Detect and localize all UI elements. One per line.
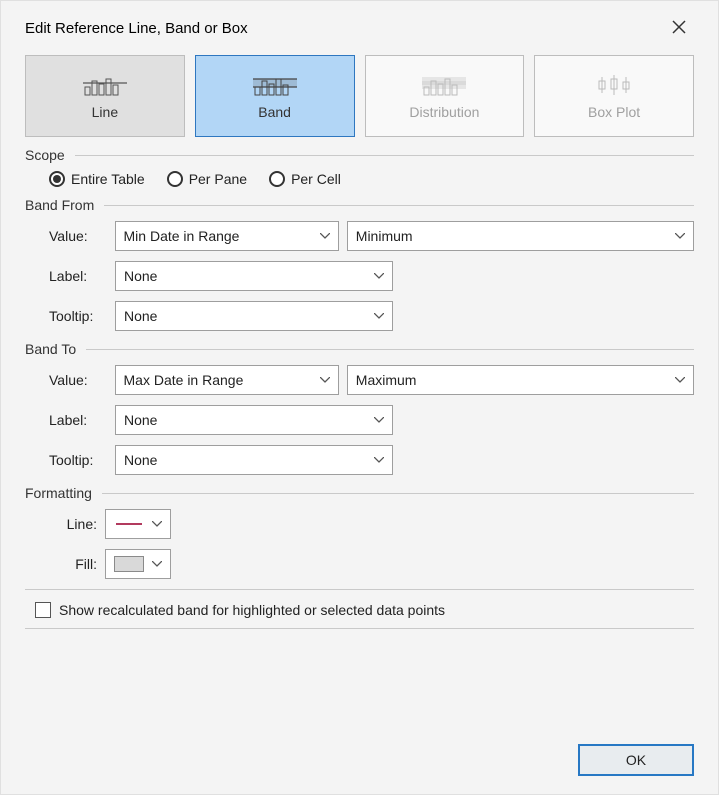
recalc-checkbox[interactable]: [35, 602, 51, 618]
chevron-down-icon: [152, 521, 162, 527]
radio-icon: [167, 171, 183, 187]
chevron-down-icon: [320, 233, 330, 239]
band-to-tooltip-select[interactable]: None: [115, 445, 393, 475]
line-swatch: [116, 523, 142, 525]
scope-fieldset: Scope Entire Table Per Pane Per Cell: [25, 147, 694, 187]
band-from-tooltip-select[interactable]: None: [115, 301, 393, 331]
formatting-legend: Formatting: [25, 485, 92, 501]
tab-line-label: Line: [92, 104, 118, 120]
band-to-label-select[interactable]: None: [115, 405, 393, 435]
formatting-fill-label: Fill:: [49, 556, 97, 572]
select-value: Max Date in Range: [124, 372, 244, 388]
select-value: None: [124, 308, 157, 324]
band-to-fieldset: Band To Value: Max Date in Range Maximum…: [25, 341, 694, 475]
band-from-legend: Band From: [25, 197, 94, 213]
divider: [75, 155, 694, 156]
chevron-down-icon: [374, 457, 384, 463]
tab-band-label: Band: [258, 104, 291, 120]
divider: [86, 349, 694, 350]
band-to-legend: Band To: [25, 341, 76, 357]
chevron-down-icon: [320, 377, 330, 383]
radio-per-pane[interactable]: Per Pane: [167, 171, 247, 187]
chevron-down-icon: [374, 313, 384, 319]
recalc-row: Show recalculated band for highlighted o…: [25, 602, 694, 618]
divider: [25, 589, 694, 590]
scope-legend: Scope: [25, 147, 65, 163]
band-from-fieldset: Band From Value: Min Date in Range Minim…: [25, 197, 694, 331]
band-from-value-label: Value:: [49, 228, 107, 244]
formatting-fill-select[interactable]: [105, 549, 171, 579]
band-to-tooltip-label: Tooltip:: [49, 452, 107, 468]
radio-per-cell-label: Per Cell: [291, 171, 341, 187]
band-from-tooltip-label: Tooltip:: [49, 308, 107, 324]
band-chart-icon: [253, 72, 297, 98]
radio-entire-table-label: Entire Table: [71, 171, 145, 187]
band-from-value-field-select[interactable]: Min Date in Range: [115, 221, 339, 251]
fill-swatch: [114, 556, 144, 572]
type-tabs: Line Band: [25, 55, 694, 137]
radio-icon: [49, 171, 65, 187]
select-value: Min Date in Range: [124, 228, 240, 244]
chevron-down-icon: [675, 233, 685, 239]
titlebar: Edit Reference Line, Band or Box: [25, 13, 694, 43]
divider: [25, 628, 694, 629]
box-plot-icon: [592, 72, 636, 98]
distribution-chart-icon: [422, 72, 466, 98]
band-from-label-select[interactable]: None: [115, 261, 393, 291]
tab-box-plot[interactable]: Box Plot: [534, 55, 694, 137]
tab-distribution-label: Distribution: [409, 104, 479, 120]
ok-button-label: OK: [626, 752, 646, 768]
divider: [102, 493, 694, 494]
select-value: None: [124, 452, 157, 468]
radio-entire-table[interactable]: Entire Table: [49, 171, 145, 187]
dialog-window: Edit Reference Line, Band or Box Line: [0, 0, 719, 795]
formatting-line-select[interactable]: [105, 509, 171, 539]
dialog-footer: OK: [578, 744, 694, 776]
radio-icon: [269, 171, 285, 187]
chevron-down-icon: [152, 561, 162, 567]
select-value: None: [124, 412, 157, 428]
tab-band[interactable]: Band: [195, 55, 355, 137]
select-value: None: [124, 268, 157, 284]
divider: [104, 205, 694, 206]
tab-box-plot-label: Box Plot: [588, 104, 640, 120]
band-to-value-field-select[interactable]: Max Date in Range: [115, 365, 339, 395]
radio-per-pane-label: Per Pane: [189, 171, 247, 187]
tab-distribution[interactable]: Distribution: [365, 55, 525, 137]
band-to-value-label: Value:: [49, 372, 107, 388]
chevron-down-icon: [374, 273, 384, 279]
chevron-down-icon: [374, 417, 384, 423]
line-chart-icon: [83, 72, 127, 98]
radio-per-cell[interactable]: Per Cell: [269, 171, 341, 187]
band-to-value-agg-select[interactable]: Maximum: [347, 365, 694, 395]
formatting-fieldset: Formatting Line: Fill:: [25, 485, 694, 579]
dialog-title: Edit Reference Line, Band or Box: [25, 20, 248, 37]
recalc-label: Show recalculated band for highlighted o…: [59, 602, 445, 618]
formatting-line-label: Line:: [49, 516, 97, 532]
select-value: Maximum: [356, 372, 417, 388]
ok-button[interactable]: OK: [578, 744, 694, 776]
band-from-value-agg-select[interactable]: Minimum: [347, 221, 694, 251]
band-from-label-label: Label:: [49, 268, 107, 284]
close-button[interactable]: [664, 15, 694, 41]
tab-line[interactable]: Line: [25, 55, 185, 137]
close-icon: [672, 20, 686, 34]
select-value: Minimum: [356, 228, 413, 244]
band-to-label-label: Label:: [49, 412, 107, 428]
chevron-down-icon: [675, 377, 685, 383]
